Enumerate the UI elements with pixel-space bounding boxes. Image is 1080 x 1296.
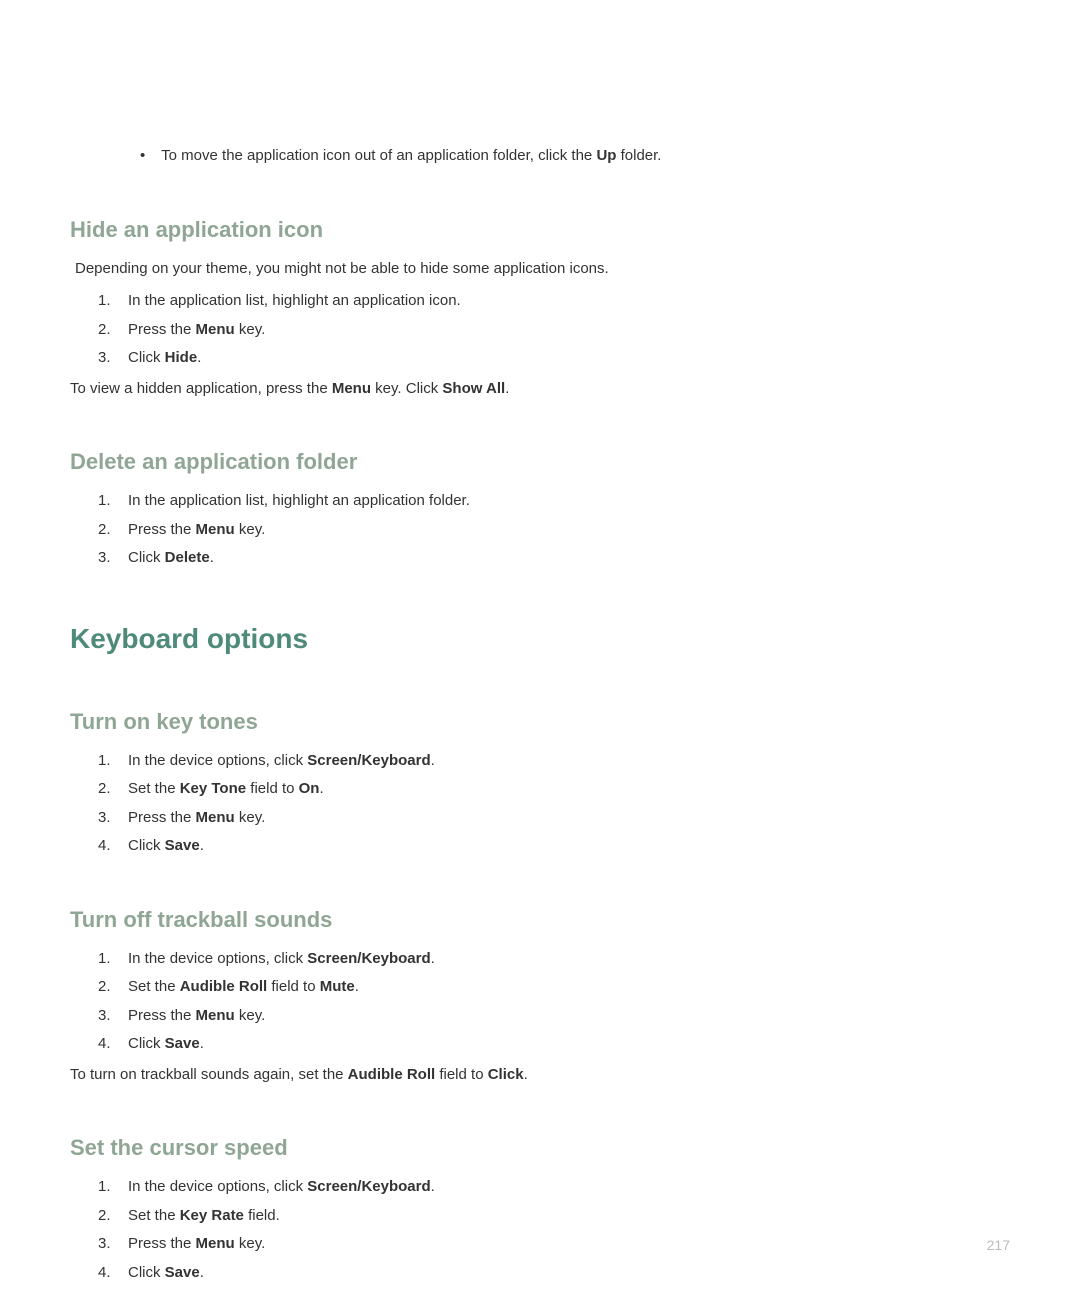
intro-hide: Depending on your theme, you might not b… xyxy=(75,258,1010,281)
bullet-text-prefix: To move the application icon out of an a… xyxy=(161,147,596,164)
list-item: In the device options, click Screen/Keyb… xyxy=(98,1176,1010,1199)
list-item: Press the Menu key. xyxy=(98,1233,1010,1256)
page-number: 217 xyxy=(987,1235,1010,1256)
heading-cursor-speed: Set the cursor speed xyxy=(70,1131,1010,1164)
list-hide: In the application list, highlight an ap… xyxy=(98,290,1010,370)
list-item: Press the Menu key. xyxy=(98,319,1010,342)
list-item: Set the Key Tone field to On. xyxy=(98,778,1010,801)
list-item: Click Save. xyxy=(98,1262,1010,1285)
list-item: Click Hide. xyxy=(98,347,1010,370)
followup-trackball: To turn on trackball sounds again, set t… xyxy=(70,1064,1010,1087)
heading-key-tones: Turn on key tones xyxy=(70,705,1010,738)
list-item: In the device options, click Screen/Keyb… xyxy=(98,750,1010,773)
list-item: Set the Audible Roll field to Mute. xyxy=(98,976,1010,999)
list-item: In the application list, highlight an ap… xyxy=(98,490,1010,513)
list-item: Click Save. xyxy=(98,835,1010,858)
heading-trackball-sounds: Turn off trackball sounds xyxy=(70,903,1010,936)
list-item: Press the Menu key. xyxy=(98,807,1010,830)
heading-delete-folder: Delete an application folder xyxy=(70,445,1010,478)
bullet-text-bold: Up xyxy=(596,147,616,164)
list-keytones: In the device options, click Screen/Keyb… xyxy=(98,750,1010,858)
heading-hide-icon: Hide an application icon xyxy=(70,213,1010,246)
list-trackball: In the device options, click Screen/Keyb… xyxy=(98,948,1010,1056)
list-item: Press the Menu key. xyxy=(98,519,1010,542)
list-item: Click Save. xyxy=(98,1033,1010,1056)
bullet-move-icon: To move the application icon out of an a… xyxy=(140,145,1010,168)
list-item: Set the Key Rate field. xyxy=(98,1205,1010,1228)
list-item: In the device options, click Screen/Keyb… xyxy=(98,948,1010,971)
list-cursor: In the device options, click Screen/Keyb… xyxy=(98,1176,1010,1284)
list-item: Click Delete. xyxy=(98,547,1010,570)
heading-keyboard-options: Keyboard options xyxy=(70,618,1010,660)
bullet-text-suffix: folder. xyxy=(616,147,661,164)
followup-hide: To view a hidden application, press the … xyxy=(70,378,1010,401)
list-item: Press the Menu key. xyxy=(98,1005,1010,1028)
list-item: In the application list, highlight an ap… xyxy=(98,290,1010,313)
list-delete: In the application list, highlight an ap… xyxy=(98,490,1010,570)
